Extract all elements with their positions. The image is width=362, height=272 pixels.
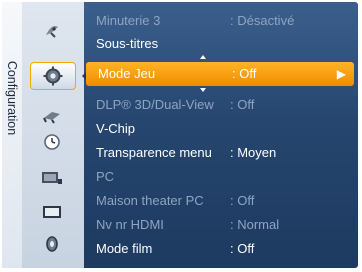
menu-item-label: PC <box>96 169 115 184</box>
menu-item-maison-theater-pc[interactable]: Maison theater PC : Off <box>84 190 358 212</box>
tv-osd-screen: Configuration Minuterie 3: Désactivé So… <box>0 0 362 272</box>
menu-item-dlp-3d-dual-view[interactable]: DLP® 3D/Dual-View : Off <box>84 94 358 116</box>
menu-item-value: : Normal <box>230 217 280 232</box>
menu-item-label: Mode Jeu <box>98 66 156 81</box>
menu-item-value: : Off <box>230 241 255 256</box>
menu-item-label: DLP® 3D/Dual-View <box>96 97 214 112</box>
menu-item-label: Maison theater PC <box>96 193 204 208</box>
menu-item-value: : Off <box>232 66 257 81</box>
satellite-dish-icon[interactable] <box>40 18 64 42</box>
input-plug-icon[interactable] <box>40 104 64 128</box>
scroll-up-indicator[interactable] <box>200 55 206 59</box>
category-icon-column <box>22 2 84 268</box>
menu-item-value: : Off <box>230 193 255 208</box>
menu-item-sous-titres[interactable]: Sous-titres <box>84 33 358 55</box>
clock-icon[interactable] <box>40 130 64 154</box>
support-disc-icon[interactable] <box>40 232 64 256</box>
submenu-arrow-icon: ▶ <box>336 67 346 81</box>
menu-item-label: Transparence menu <box>96 145 212 160</box>
category-title-bar: Configuration <box>2 2 22 268</box>
menu-item-label: Sous-titres <box>96 36 159 51</box>
menu-item-label: Mode film <box>96 241 153 256</box>
menu-item-transparence-menu[interactable]: Transparence menu : Moyen <box>84 142 358 164</box>
scroll-down-indicator[interactable] <box>200 88 206 92</box>
setup-menu-panel: Configuration Minuterie 3: Désactivé So… <box>2 2 358 268</box>
menu-item-value: : Moyen <box>230 145 277 160</box>
menu-item-label: Minuterie 3 <box>96 13 161 28</box>
screen-display-icon[interactable] <box>40 166 64 190</box>
menu-item-v-chip[interactable]: V-Chip <box>84 118 358 140</box>
menu-item-pc[interactable]: PC <box>84 166 358 188</box>
setup-gear-icon[interactable] <box>30 62 76 90</box>
category-title: Configuration <box>5 60 19 136</box>
menu-item-value: : Off <box>230 97 255 112</box>
tv-monitor-icon[interactable] <box>40 200 64 224</box>
menu-item-value: : Désactivé <box>230 13 295 28</box>
settings-list: Minuterie 3 : Désactivé Sous-titres Mode… <box>84 2 358 268</box>
menu-item-mode-jeu[interactable]: Mode Jeu : Off ▶ <box>86 62 354 86</box>
menu-item-nv-nr-hdmi[interactable]: Nv nr HDMI : Normal <box>84 214 358 236</box>
menu-item-minuterie-3[interactable]: Minuterie 3 : Désactivé <box>84 10 358 32</box>
menu-item-label: V-Chip <box>96 121 136 136</box>
menu-item-label: Nv nr HDMI <box>96 217 164 232</box>
menu-item-mode-film[interactable]: Mode film : Off <box>84 238 358 260</box>
